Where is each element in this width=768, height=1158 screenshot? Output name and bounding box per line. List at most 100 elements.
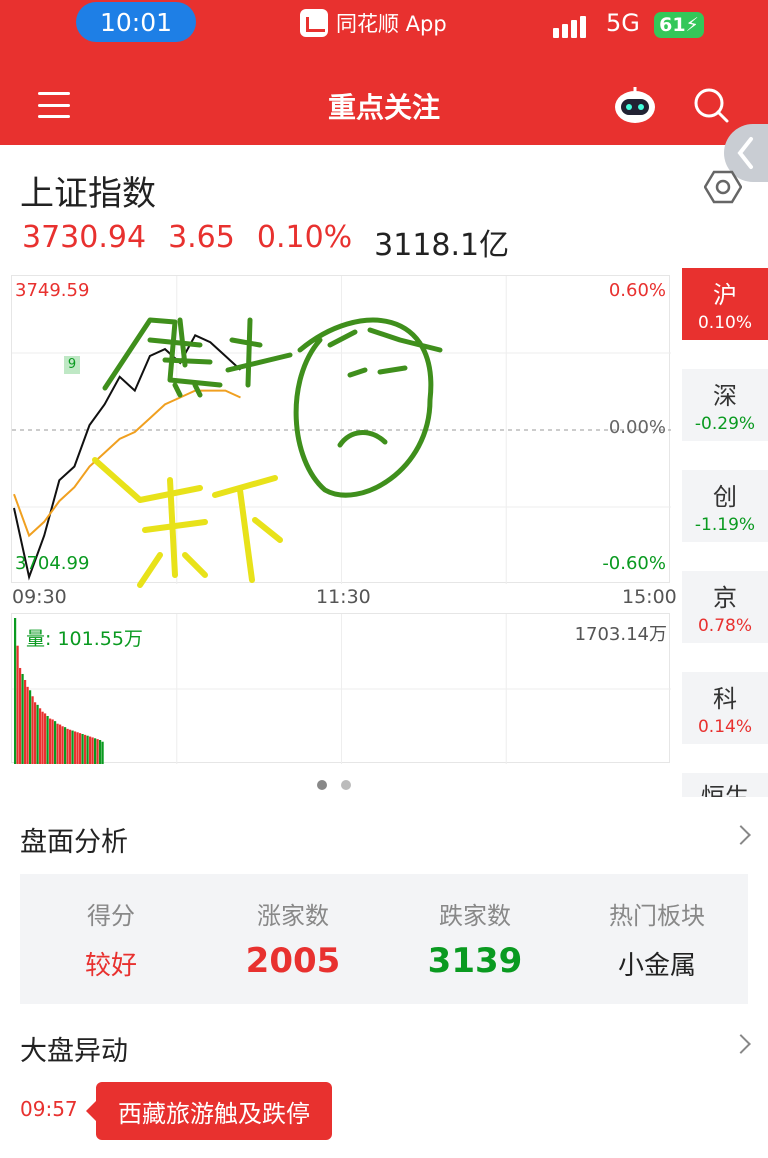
time-label-mid: 11:30: [316, 586, 371, 608]
page-title: 重点关注: [327, 91, 440, 124]
status-time: 10:01: [76, 2, 196, 42]
volume-bar: [94, 738, 97, 764]
stat-value: 较好: [84, 951, 137, 981]
robot-assistant-icon[interactable]: [612, 85, 658, 125]
volume-bar: [61, 726, 64, 764]
analysis-chevron-icon[interactable]: [731, 825, 751, 845]
volume-bar: [51, 719, 54, 764]
stat-label: 热门板块: [609, 902, 705, 930]
volume-bar: [14, 618, 17, 764]
volume-bar: [99, 739, 102, 764]
app-indicator: 同花顺 App: [300, 8, 447, 38]
page-indicator[interactable]: [317, 780, 351, 790]
volume-bar: [89, 736, 92, 764]
stat-value: 2005: [245, 941, 341, 981]
market-tab[interactable]: 科 0.14%: [682, 672, 768, 744]
volume-max-label: 1703.14万: [574, 624, 667, 645]
page-dot-1[interactable]: [317, 780, 327, 790]
stat-hot-sector: 热门板块 小金属: [566, 874, 748, 1004]
volume-bar: [69, 729, 72, 764]
market-tab[interactable]: 深 -0.29%: [682, 369, 768, 441]
network-type: 5G: [606, 9, 640, 37]
stat-label: 涨家数: [257, 902, 329, 930]
chart-pct-bottom: -0.60%: [602, 553, 666, 574]
volume-bar: [56, 723, 59, 764]
market-tab-label: 科: [713, 685, 737, 713]
signal-icon: [553, 12, 586, 38]
market-tab[interactable]: 沪 0.10%: [682, 268, 768, 340]
analysis-title[interactable]: 盘面分析: [20, 820, 128, 859]
event-tag[interactable]: 西藏旅游触及跌停: [86, 1082, 332, 1140]
market-tab-value: -0.29%: [694, 414, 756, 434]
movers-chevron-icon[interactable]: [731, 1034, 751, 1054]
price-line: [13, 334, 242, 581]
stat-score: 得分 较好: [20, 874, 202, 1004]
volume-bar: [76, 732, 79, 764]
market-tab-label: 深: [713, 382, 737, 410]
volume-bar: [24, 679, 27, 764]
market-tab[interactable]: 京 0.78%: [682, 571, 768, 643]
average-price-line: [13, 389, 241, 538]
market-tab-label: 沪: [713, 281, 737, 309]
volume-bar: [96, 739, 99, 764]
volume-bar: [19, 667, 22, 764]
search-icon[interactable]: [692, 86, 730, 124]
volume-chart[interactable]: 量: 101.55万 1703.14万: [11, 613, 671, 764]
event-time: 09:57: [20, 1097, 78, 1121]
stat-decliners: 跌家数 3139: [384, 874, 566, 1004]
chart-low-label: 3704.99: [15, 553, 90, 574]
market-tab[interactable]: 恒生: [682, 773, 768, 797]
stat-label: 得分: [87, 902, 135, 930]
market-tab-label: 创: [713, 483, 737, 511]
analysis-stats[interactable]: 得分 较好 涨家数 2005 跌家数 3139 热门板块 小金属: [20, 874, 748, 1004]
market-tab-value: -1.19%: [694, 515, 756, 535]
page-dot-2[interactable]: [341, 780, 351, 790]
volume-bar: [54, 721, 57, 764]
volume-bar: [39, 708, 42, 764]
chart-pct-mid: 0.00%: [608, 417, 666, 438]
volume-bar: [79, 733, 82, 764]
volume-bar: [36, 704, 39, 764]
quote-row: 3730.94 3.65 0.10% 3118.1亿: [22, 220, 509, 264]
intraday-chart[interactable]: 3749.59 3704.99 0.60% 0.00% -0.60% 9: [11, 275, 671, 584]
menu-icon[interactable]: [38, 92, 70, 118]
index-change: 3.65: [168, 220, 235, 255]
settings-hexagon-icon[interactable]: [704, 168, 742, 206]
market-tab-value: 0.78%: [697, 616, 752, 636]
volume-bar: [49, 718, 52, 764]
volume-bar: [44, 713, 47, 764]
chart-pct-top: 0.60%: [608, 280, 666, 301]
volume-bar: [71, 730, 74, 764]
volume-bar: [29, 690, 32, 764]
volume-bar: [26, 686, 29, 764]
price-chart-svg: [12, 276, 671, 584]
market-tab-value: 0.14%: [697, 717, 752, 737]
status-time-text: 10:01: [99, 7, 173, 37]
time-label-close: 15:00: [622, 586, 677, 608]
volume-bar: [31, 696, 34, 764]
battery-icon: 61 ⚡: [654, 12, 704, 38]
index-turnover: 3118.1亿: [374, 228, 510, 263]
volume-value: 量: 101.55万: [26, 628, 143, 650]
volume-bar: [91, 737, 94, 764]
volume-bar: [101, 741, 104, 764]
market-tab-label: 恒生: [701, 783, 749, 797]
volume-label: 量: 101.55万: [26, 624, 143, 651]
volume-bar: [21, 673, 24, 764]
volume-bar: [34, 702, 37, 764]
index-change-pct: 0.10%: [256, 220, 353, 255]
stat-value: 3139: [427, 941, 523, 981]
index-price: 3730.94: [22, 220, 147, 255]
market-tab-value: 0.10%: [697, 313, 752, 333]
chevron-left-icon: [737, 137, 753, 169]
chart-high-label: 3749.59: [15, 280, 90, 301]
chart-marker[interactable]: 9: [64, 356, 80, 374]
volume-bar: [74, 731, 77, 764]
movers-title[interactable]: 大盘异动: [20, 1029, 128, 1068]
stat-value: 小金属: [617, 951, 696, 981]
stat-advancers: 涨家数 2005: [202, 874, 384, 1004]
index-name: 上证指数: [20, 174, 156, 214]
volume-bar: [46, 715, 49, 764]
market-tab[interactable]: 创 -1.19%: [682, 470, 768, 542]
volume-bar: [64, 727, 67, 764]
